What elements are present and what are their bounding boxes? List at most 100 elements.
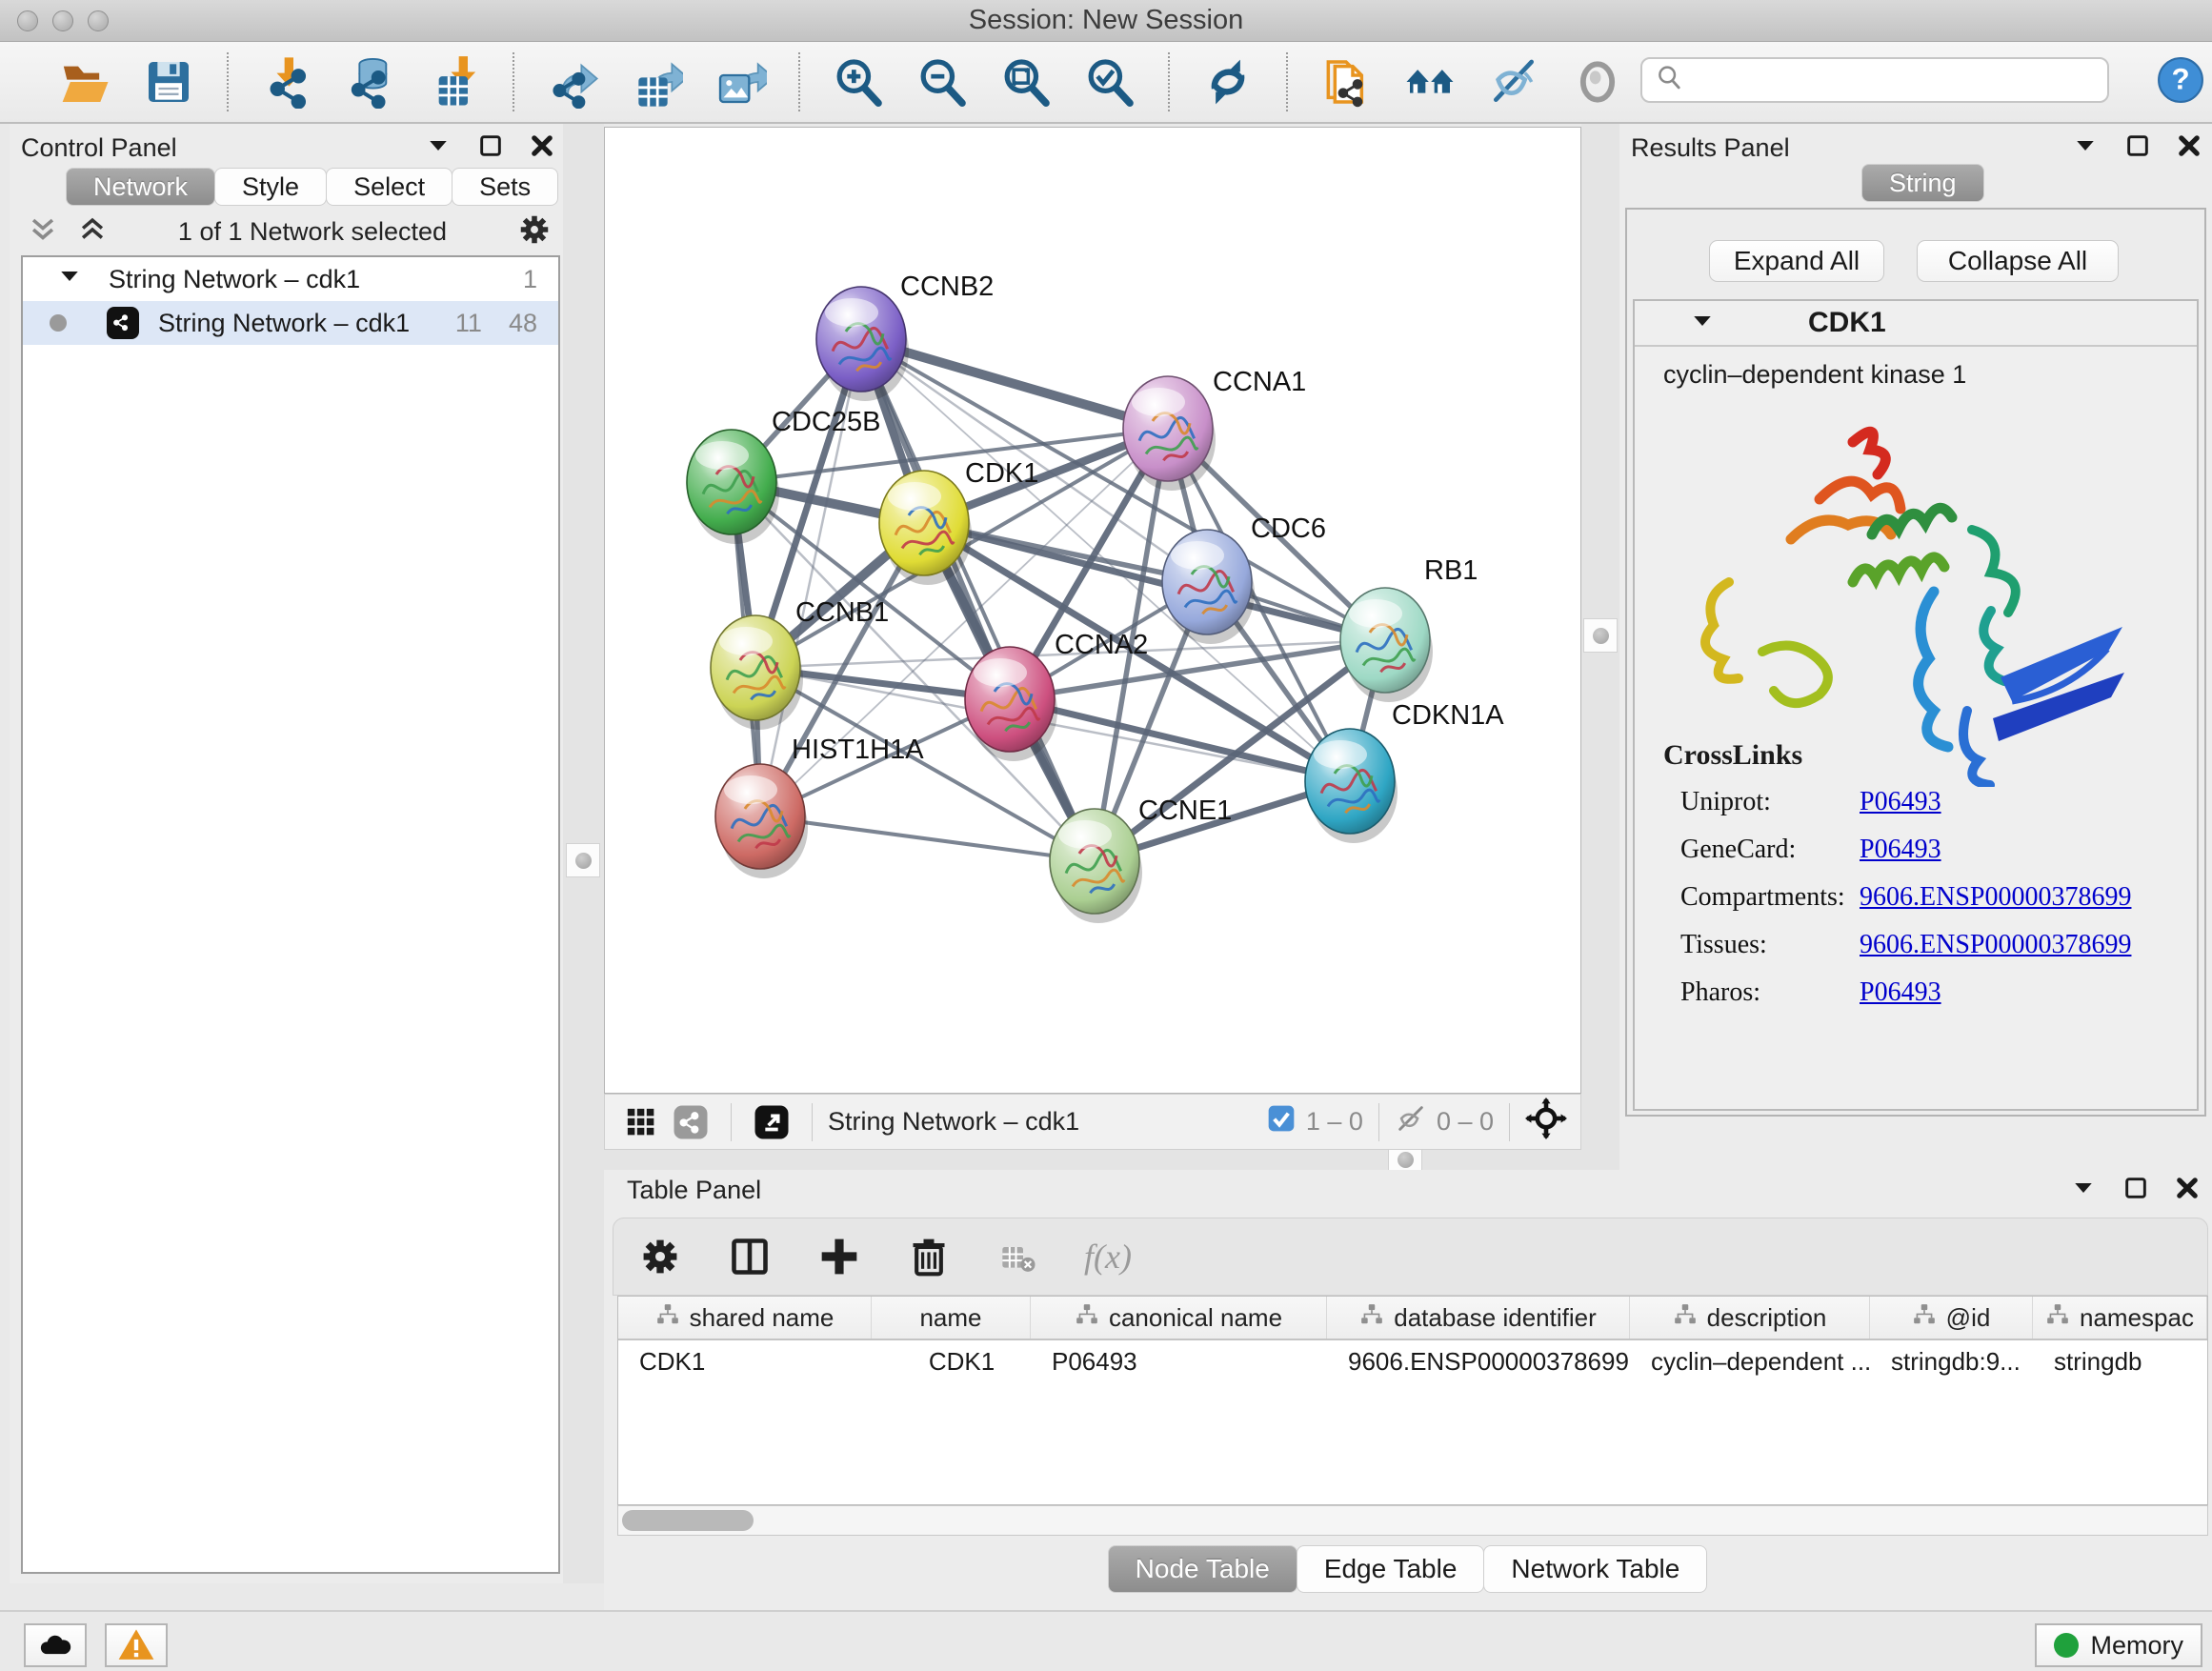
- network-node-CDC25B[interactable]: [687, 430, 779, 544]
- left-splitter-handle[interactable]: [566, 843, 600, 877]
- view-grid-icon[interactable]: [616, 1097, 666, 1147]
- table-cell[interactable]: CDK1: [872, 1340, 1031, 1384]
- network-canvas[interactable]: CCNB2CCNA1CDC25BCDK1CDC6RB1CCNB1CCNA2CDK…: [604, 127, 1581, 1094]
- close-window-icon[interactable]: [17, 10, 38, 31]
- view-share-icon[interactable]: [666, 1097, 715, 1147]
- results-panel-menu-caret-icon[interactable]: [2071, 131, 2100, 165]
- network-node-CCNB1[interactable]: [711, 615, 803, 730]
- network-collection-row[interactable]: String Network – cdk1 1: [23, 257, 558, 301]
- table-panel-float-icon[interactable]: [2122, 1175, 2149, 1206]
- apply-style-refresh-icon[interactable]: [1198, 52, 1257, 111]
- save-session-icon[interactable]: [139, 52, 198, 111]
- control-panel-float-icon[interactable]: [477, 132, 504, 164]
- scrollbar-thumb[interactable]: [622, 1510, 754, 1531]
- table-panel-menu-caret-icon[interactable]: [2069, 1174, 2098, 1207]
- tab-edge-table[interactable]: Edge Table: [1297, 1545, 1485, 1593]
- tab-network[interactable]: Network: [66, 168, 215, 206]
- table-settings-gear-icon[interactable]: [636, 1233, 684, 1280]
- table-cell[interactable]: 9606.ENSP00000378699: [1327, 1340, 1630, 1384]
- selected-checkbox-icon[interactable]: [1266, 1103, 1297, 1140]
- crosslink-value-link[interactable]: P06493: [1860, 835, 1941, 865]
- crosslink-value-link[interactable]: P06493: [1860, 977, 1941, 1008]
- column-header-shared-name[interactable]: shared name: [618, 1297, 872, 1339]
- table-cell[interactable]: cyclin–dependent ...: [1630, 1340, 1870, 1384]
- table-cell[interactable]: P06493: [1031, 1340, 1327, 1384]
- cdk1-collapse-caret-icon[interactable]: [1688, 307, 1717, 340]
- network-row[interactable]: String Network – cdk1 11 48: [23, 301, 558, 345]
- column-header-description[interactable]: description: [1630, 1297, 1870, 1339]
- cloud-button[interactable]: [24, 1623, 87, 1667]
- table-row[interactable]: CDK1CDK1P064939606.ENSP00000378699cyclin…: [618, 1340, 2207, 1384]
- crosslink-value-link[interactable]: P06493: [1860, 787, 1941, 817]
- right-splitter-handle[interactable]: [1583, 618, 1618, 653]
- tab-sets[interactable]: Sets: [452, 168, 558, 206]
- tab-network-table[interactable]: Network Table: [1483, 1545, 1707, 1593]
- network-node-RB1[interactable]: [1340, 588, 1433, 702]
- collection-expand-caret-icon[interactable]: [55, 262, 84, 297]
- export-table-icon[interactable]: [627, 52, 686, 111]
- tab-select[interactable]: Select: [326, 168, 452, 206]
- birdseye-view-icon[interactable]: [1568, 52, 1627, 111]
- crosslink-value-link[interactable]: 9606.ENSP00000378699: [1860, 930, 2131, 960]
- table-panel-close-icon[interactable]: [2174, 1175, 2201, 1206]
- left-splitter[interactable]: [563, 124, 604, 1583]
- selected-count: 1 – 0: [1306, 1107, 1363, 1137]
- delete-column-trash-icon[interactable]: [905, 1233, 953, 1280]
- search-box[interactable]: [1640, 57, 2109, 103]
- network-node-CDK1[interactable]: [879, 471, 972, 585]
- tab-node-table[interactable]: Node Table: [1108, 1545, 1297, 1593]
- import-network-from-file-icon[interactable]: [257, 52, 316, 111]
- network-node-HIST1H1A[interactable]: [715, 764, 808, 878]
- table-cell[interactable]: stringdb: [2033, 1340, 2207, 1384]
- string-home-icon[interactable]: [1400, 52, 1459, 111]
- network-node-CDC6[interactable]: [1162, 530, 1255, 644]
- column-header-namespac[interactable]: namespac: [2033, 1297, 2207, 1339]
- column-header-database-identifier[interactable]: database identifier: [1327, 1297, 1630, 1339]
- minimize-window-icon[interactable]: [52, 10, 73, 31]
- table-cell[interactable]: stringdb:9...: [1870, 1340, 2033, 1384]
- control-panel-menu-caret-icon[interactable]: [424, 131, 452, 165]
- memory-button[interactable]: Memory: [2035, 1623, 2202, 1667]
- network-node-CCNB2[interactable]: [816, 287, 909, 401]
- zoom-selected-icon[interactable]: [1080, 52, 1139, 111]
- network-node-CCNA1[interactable]: [1123, 376, 1216, 491]
- expand-all-button[interactable]: Expand All: [1709, 240, 1884, 282]
- control-panel-close-icon[interactable]: [529, 132, 555, 164]
- string-document-icon[interactable]: [1317, 52, 1376, 111]
- import-network-from-database-icon[interactable]: [341, 52, 400, 111]
- collapse-all-networks-icon[interactable]: [27, 213, 59, 251]
- hidden-eye-slash-icon[interactable]: [1395, 1102, 1427, 1141]
- results-panel-float-icon[interactable]: [2124, 132, 2151, 164]
- column-header--id[interactable]: @id: [1870, 1297, 2033, 1339]
- zoom-fit-content-icon[interactable]: [996, 52, 1056, 111]
- network-node-CDKN1A[interactable]: [1305, 729, 1398, 843]
- tab-style[interactable]: Style: [214, 168, 327, 206]
- tab-string[interactable]: String: [1861, 164, 1984, 202]
- column-header-name[interactable]: name: [872, 1297, 1031, 1339]
- help-button[interactable]: ?: [2157, 56, 2204, 104]
- table-horizontal-scrollbar[interactable]: [617, 1505, 2208, 1536]
- table-cell[interactable]: CDK1: [618, 1340, 872, 1384]
- results-panel-close-icon[interactable]: [2176, 132, 2202, 164]
- network-options-gear-icon[interactable]: [516, 211, 553, 252]
- zoom-in-icon[interactable]: [829, 52, 888, 111]
- network-node-CCNA2[interactable]: [965, 647, 1057, 761]
- add-column-plus-icon[interactable]: [815, 1233, 863, 1280]
- crosslink-value-link[interactable]: 9606.ENSP00000378699: [1860, 882, 2131, 913]
- zoom-out-icon[interactable]: [913, 52, 972, 111]
- export-image-icon[interactable]: [711, 52, 770, 111]
- show-columns-icon[interactable]: [726, 1233, 774, 1280]
- network-node-CCNE1[interactable]: [1050, 809, 1142, 923]
- search-input[interactable]: [1686, 66, 2096, 95]
- import-table-from-file-icon[interactable]: [425, 52, 484, 111]
- export-network-icon[interactable]: [543, 52, 602, 111]
- navigator-crosshair-icon[interactable]: [1525, 1097, 1567, 1146]
- detach-view-icon[interactable]: [747, 1097, 796, 1147]
- zoom-window-icon[interactable]: [88, 10, 109, 31]
- expand-all-networks-icon[interactable]: [76, 213, 109, 251]
- open-session-icon[interactable]: [55, 52, 114, 111]
- warnings-button[interactable]: [105, 1623, 168, 1667]
- hide-panels-glasses-icon[interactable]: [1484, 52, 1543, 111]
- column-header-canonical-name[interactable]: canonical name: [1031, 1297, 1327, 1339]
- collapse-all-button[interactable]: Collapse All: [1917, 240, 2119, 282]
